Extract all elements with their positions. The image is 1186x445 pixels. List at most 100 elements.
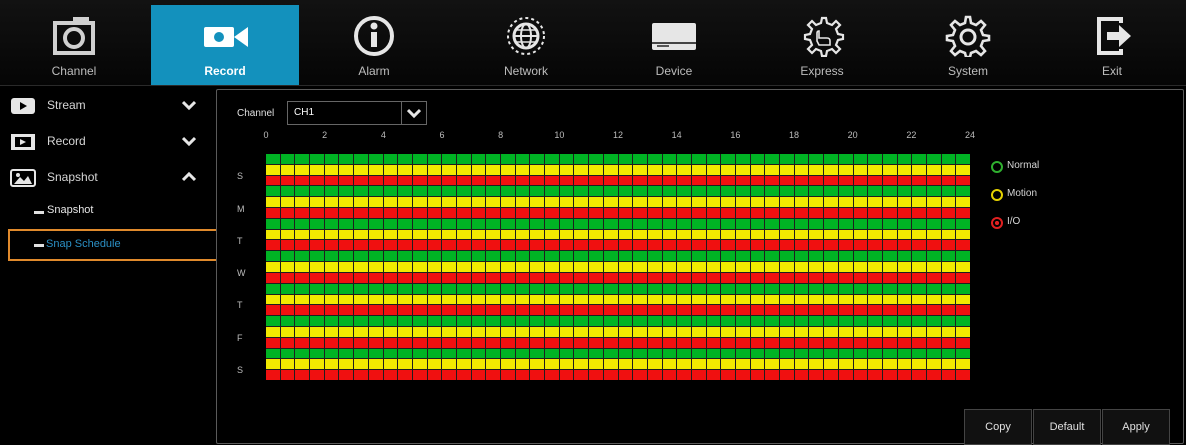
schedule-cell[interactable] [339,186,354,197]
schedule-cell[interactable] [501,272,515,283]
schedule-cell[interactable] [574,326,589,337]
schedule-cell[interactable] [324,283,339,294]
schedule-cell[interactable] [750,251,765,262]
schedule-cell[interactable] [780,316,794,326]
schedule-cell[interactable] [324,294,339,305]
schedule-cell[interactable] [471,326,486,337]
schedule-cell[interactable] [310,262,324,272]
schedule-cell[interactable] [794,175,809,186]
schedule-cell[interactable] [662,154,677,164]
schedule-cell[interactable] [383,272,398,283]
schedule-cell[interactable] [354,359,368,370]
schedule-cell[interactable] [765,326,780,337]
schedule-cell[interactable] [647,294,662,305]
schedule-cell[interactable] [691,164,706,175]
schedule-cell[interactable] [882,305,897,316]
schedule-cell[interactable] [559,251,574,262]
schedule-cell[interactable] [589,316,603,326]
schedule-cell[interactable] [515,251,530,262]
schedule-cell[interactable] [633,154,647,164]
schedule-cell[interactable] [530,240,545,251]
schedule-cell[interactable] [926,208,941,218]
schedule-cell[interactable] [427,208,442,218]
schedule-cell[interactable] [956,218,970,229]
schedule-cell[interactable] [912,186,926,197]
schedule-cell[interactable] [456,154,471,164]
schedule-cell[interactable] [941,218,956,229]
schedule-cell[interactable] [266,186,280,197]
schedule-cell[interactable] [721,370,735,380]
schedule-cell[interactable] [427,370,442,380]
schedule-cell[interactable] [545,337,559,348]
schedule-cell[interactable] [721,175,735,186]
schedule-cell[interactable] [897,272,912,283]
schedule-cell[interactable] [662,197,677,208]
schedule-cell[interactable] [853,218,868,229]
schedule-cell[interactable] [662,359,677,370]
schedule-cell[interactable] [941,197,956,208]
schedule-cell[interactable] [354,294,368,305]
schedule-cell[interactable] [530,164,545,175]
schedule-cell[interactable] [868,240,882,251]
schedule-cell[interactable] [412,251,427,262]
schedule-cell[interactable] [794,370,809,380]
schedule-cell[interactable] [354,326,368,337]
schedule-cell[interactable] [882,326,897,337]
schedule-cell[interactable] [794,218,809,229]
schedule-cell[interactable] [427,348,442,359]
schedule-cell[interactable] [589,251,603,262]
schedule-cell[interactable] [603,229,618,240]
schedule-cell[interactable] [853,175,868,186]
schedule-cell[interactable] [794,283,809,294]
schedule-cell[interactable] [750,272,765,283]
schedule-cell[interactable] [383,240,398,251]
schedule-cell[interactable] [647,370,662,380]
schedule-cell[interactable] [780,359,794,370]
schedule-cell[interactable] [912,154,926,164]
schedule-cell[interactable] [809,272,824,283]
schedule-cell[interactable] [427,262,442,272]
schedule-cell[interactable] [412,337,427,348]
schedule-cell[interactable] [765,348,780,359]
schedule-cell[interactable] [324,208,339,218]
schedule-cell[interactable] [324,164,339,175]
schedule-cell[interactable] [398,175,412,186]
schedule-cell[interactable] [677,326,691,337]
schedule-cell[interactable] [530,262,545,272]
schedule-cell[interactable] [618,305,633,316]
schedule-cell[interactable] [736,154,750,164]
schedule-cell[interactable] [295,272,310,283]
schedule-cell[interactable] [794,316,809,326]
schedule-cell[interactable] [956,262,970,272]
schedule-cell[interactable] [677,175,691,186]
schedule-cell[interactable] [501,316,515,326]
schedule-cell[interactable] [882,359,897,370]
schedule-cell[interactable] [427,359,442,370]
schedule-cell[interactable] [266,272,280,283]
schedule-cell[interactable] [897,218,912,229]
schedule-cell[interactable] [809,175,824,186]
schedule-cell[interactable] [662,370,677,380]
schedule-cell[interactable] [633,186,647,197]
schedule-cell[interactable] [266,337,280,348]
schedule-cell[interactable] [427,251,442,262]
schedule-cell[interactable] [647,218,662,229]
schedule-cell[interactable] [266,197,280,208]
schedule-cell[interactable] [398,240,412,251]
schedule-cell[interactable] [941,283,956,294]
schedule-cell[interactable] [912,305,926,316]
schedule-cell[interactable] [559,337,574,348]
schedule-cell[interactable] [941,272,956,283]
copy-button[interactable]: Copy [964,409,1032,445]
schedule-cell[interactable] [882,197,897,208]
schedule-cell[interactable] [427,240,442,251]
schedule-cell[interactable] [618,294,633,305]
schedule-cell[interactable] [354,208,368,218]
schedule-cell[interactable] [618,262,633,272]
schedule-cell[interactable] [427,337,442,348]
schedule-cell[interactable] [941,370,956,380]
schedule-cell[interactable] [780,229,794,240]
schedule-cell[interactable] [324,326,339,337]
schedule-cell[interactable] [545,326,559,337]
schedule-cell[interactable] [427,272,442,283]
